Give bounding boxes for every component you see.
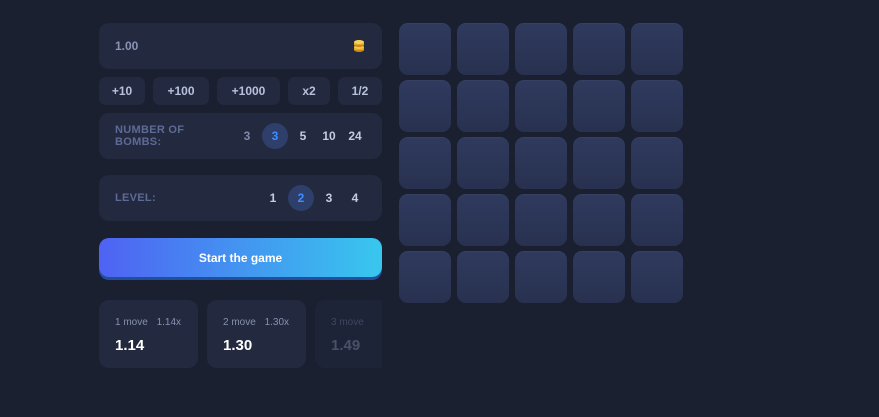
mine-tile[interactable] <box>457 194 509 246</box>
mine-tile[interactable] <box>399 194 451 246</box>
mine-tile[interactable] <box>573 251 625 303</box>
history-value: 1.49 <box>331 337 361 354</box>
mine-tile[interactable] <box>573 23 625 75</box>
bombs-options: 3 3 5 10 24 <box>236 123 366 149</box>
bombs-option[interactable]: 3 <box>236 123 258 149</box>
history-value: 1.30 <box>223 337 253 354</box>
history-moves: 2 move <box>223 317 256 328</box>
mine-tile[interactable] <box>631 80 683 132</box>
mine-tile[interactable] <box>457 137 509 189</box>
history-value: 1.14 <box>115 337 145 354</box>
mine-tile[interactable] <box>399 251 451 303</box>
coins-icon <box>354 40 364 52</box>
history-multiplier: 1.14x <box>156 317 182 328</box>
mine-tile[interactable] <box>631 194 683 246</box>
mine-tile[interactable] <box>573 194 625 246</box>
add-100-button[interactable]: +100 <box>153 77 209 105</box>
mine-tile[interactable] <box>457 23 509 75</box>
level-option[interactable]: 3 <box>318 185 340 211</box>
bombs-option[interactable]: 24 <box>344 123 366 149</box>
mine-tile[interactable] <box>631 251 683 303</box>
bet-amount-value: 1.00 <box>115 39 139 53</box>
mine-tile[interactable] <box>573 137 625 189</box>
mine-tile[interactable] <box>399 80 451 132</box>
bombs-label: NUMBER OF BOMBS: <box>115 124 185 148</box>
quick-bet-buttons: +10 +100 +1000 x2 1/2 <box>99 77 382 105</box>
bombs-option-selected[interactable]: 3 <box>262 123 288 149</box>
mine-tile[interactable] <box>515 251 567 303</box>
half-bet-button[interactable]: 1/2 <box>338 77 382 105</box>
level-option[interactable]: 4 <box>344 185 366 211</box>
history-card: 3 move 1.49 <box>315 300 382 368</box>
history-moves: 1 move <box>115 317 148 328</box>
bet-amount-field[interactable]: 1.00 <box>99 23 382 69</box>
add-10-button[interactable]: +10 <box>99 77 145 105</box>
mine-tile[interactable] <box>515 194 567 246</box>
history-moves: 3 move <box>331 317 364 328</box>
mine-tile[interactable] <box>515 23 567 75</box>
add-1000-button[interactable]: +1000 <box>217 77 280 105</box>
bombs-option[interactable]: 10 <box>318 123 340 149</box>
level-label: LEVEL: <box>115 192 156 204</box>
history-multiplier: 1.30x <box>264 317 290 328</box>
bombs-option[interactable]: 5 <box>292 123 314 149</box>
history-card: 1 move 1.14x 1.14 <box>99 300 198 368</box>
multiplier-history: 1 move 1.14x 1.14 2 move 1.30x 1.30 3 mo… <box>99 300 382 370</box>
mine-tile[interactable] <box>457 80 509 132</box>
level-option[interactable]: 1 <box>262 185 284 211</box>
level-option-selected[interactable]: 2 <box>288 185 314 211</box>
level-selector: LEVEL: 1 2 3 4 <box>99 175 382 221</box>
history-card: 2 move 1.30x 1.30 <box>207 300 306 368</box>
level-options: 1 2 3 4 <box>262 185 366 211</box>
mines-grid <box>399 23 683 303</box>
mine-tile[interactable] <box>399 23 451 75</box>
bombs-selector: NUMBER OF BOMBS: 3 3 5 10 24 <box>99 113 382 159</box>
mine-tile[interactable] <box>515 137 567 189</box>
mine-tile[interactable] <box>631 137 683 189</box>
mine-tile[interactable] <box>457 251 509 303</box>
mine-tile[interactable] <box>515 80 567 132</box>
mine-tile[interactable] <box>631 23 683 75</box>
start-game-button[interactable]: Start the game <box>99 238 382 277</box>
mine-tile[interactable] <box>573 80 625 132</box>
double-bet-button[interactable]: x2 <box>288 77 330 105</box>
mine-tile[interactable] <box>399 137 451 189</box>
